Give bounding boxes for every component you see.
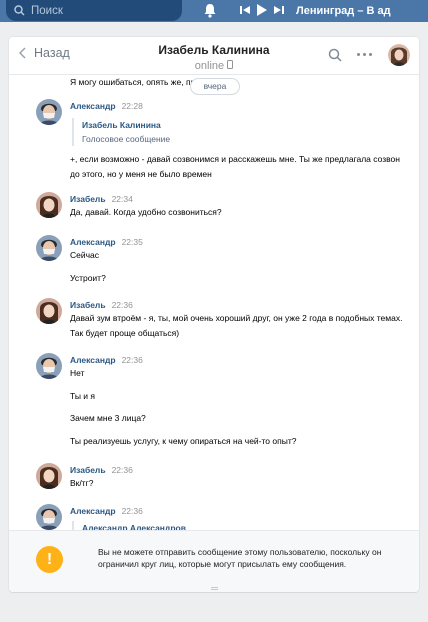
resize-handle[interactable] (211, 587, 218, 590)
message-text: Ты реализуешь услугу, к чему опираться н… (70, 436, 297, 446)
message-time[interactable]: 22:28 (122, 101, 143, 111)
message-header: Александр 22:36 (70, 355, 143, 365)
message-author[interactable]: Александр (70, 237, 116, 247)
message-header: Изабель 22:34 (70, 194, 133, 204)
message-text: Зачем мне 3 лица? (70, 413, 146, 423)
warning-icon: ! (36, 546, 63, 573)
forwarded-author[interactable]: Изабель Калинина (82, 118, 170, 132)
message-time[interactable]: 22:36 (122, 506, 143, 516)
forwarded-voice-message-label: Голосовое сообщение (82, 134, 171, 144)
message-text: Ты и я (70, 391, 96, 401)
next-track-icon[interactable] (274, 5, 284, 15)
message-header: Александр 22:35 (70, 237, 143, 247)
forwarded-author[interactable]: Александр Александров (82, 521, 186, 530)
message-history[interactable]: Я могу ошибаться, опять же, прошу: Алекс… (9, 75, 419, 530)
conversation-panel: Назад Изабель Калинина online вчера Я мо… (9, 37, 419, 592)
message-header: Изабель 22:36 (70, 300, 133, 310)
messaging-restricted-notice: ! Вы не можете отправить сообщение этому… (9, 530, 419, 592)
message-text: Давай зум втроём - я, ты, мой очень хоро… (70, 313, 403, 338)
search-placeholder: Поиск (31, 4, 63, 17)
peer-status: online (9, 60, 419, 72)
date-separator-pill: вчера (190, 78, 240, 95)
message-text: Да, давай. Когда удобно созвониться? (70, 207, 222, 217)
avatar-isabel[interactable] (36, 463, 62, 489)
message-header: Александр 22:36 (70, 506, 143, 516)
search-box[interactable]: Поиск (6, 0, 182, 21)
message-text: Вк/тг? (70, 478, 94, 488)
forwarded-message[interactable]: Изабель Калинина Голосовое сообщение (72, 118, 170, 146)
message-author[interactable]: Изабель (70, 194, 106, 204)
peer-status-text: online (194, 60, 225, 72)
avatar-alexander[interactable] (36, 99, 62, 125)
peer-info: Изабель Калинина online (9, 43, 419, 72)
play-icon[interactable] (257, 4, 267, 16)
message-time[interactable]: 22:36 (112, 465, 133, 475)
avatar-alexander[interactable] (36, 235, 62, 261)
message-time[interactable]: 22:36 (122, 355, 143, 365)
avatar-alexander[interactable] (36, 504, 62, 530)
message-text: +, если возможно - давай созвонимся и ра… (70, 154, 400, 179)
avatar-isabel[interactable] (36, 298, 62, 324)
message-header: Изабель 22:36 (70, 465, 133, 475)
avatar-alexander[interactable] (36, 353, 62, 379)
more-actions-icon[interactable] (357, 53, 372, 56)
message-header: Александр 22:28 (70, 101, 143, 111)
message-author[interactable]: Александр (70, 506, 116, 516)
message-text: Нет (70, 368, 85, 378)
peer-avatar[interactable] (388, 44, 410, 66)
message-time[interactable]: 22:34 (112, 194, 133, 204)
message-time[interactable]: 22:35 (122, 237, 143, 247)
previous-track-icon[interactable] (240, 5, 250, 15)
message-author[interactable]: Изабель (70, 300, 106, 310)
message-text: Сейчас (70, 250, 100, 260)
avatar-isabel[interactable] (36, 192, 62, 218)
mobile-device-icon (227, 60, 234, 69)
audio-player-controls (240, 4, 284, 16)
message-author[interactable]: Александр (70, 355, 116, 365)
message-text: Устроит? (70, 273, 106, 283)
search-in-conversation-icon[interactable] (328, 48, 342, 62)
notifications-bell-icon[interactable] (203, 3, 217, 18)
restriction-text: Вы не можете отправить сообщение этому п… (98, 547, 382, 569)
search-icon (14, 5, 25, 16)
message-author[interactable]: Изабель (70, 465, 106, 475)
conversation-header: Назад Изабель Калинина online (9, 37, 419, 75)
message-author[interactable]: Александр (70, 101, 116, 111)
forwarded-message[interactable]: Александр Александров (72, 521, 186, 530)
now-playing-track[interactable]: Ленинград – В ад (296, 5, 391, 17)
message-time[interactable]: 22:36 (112, 300, 133, 310)
top-navigation-bar: Поиск Ленинград – В ад (0, 0, 428, 22)
